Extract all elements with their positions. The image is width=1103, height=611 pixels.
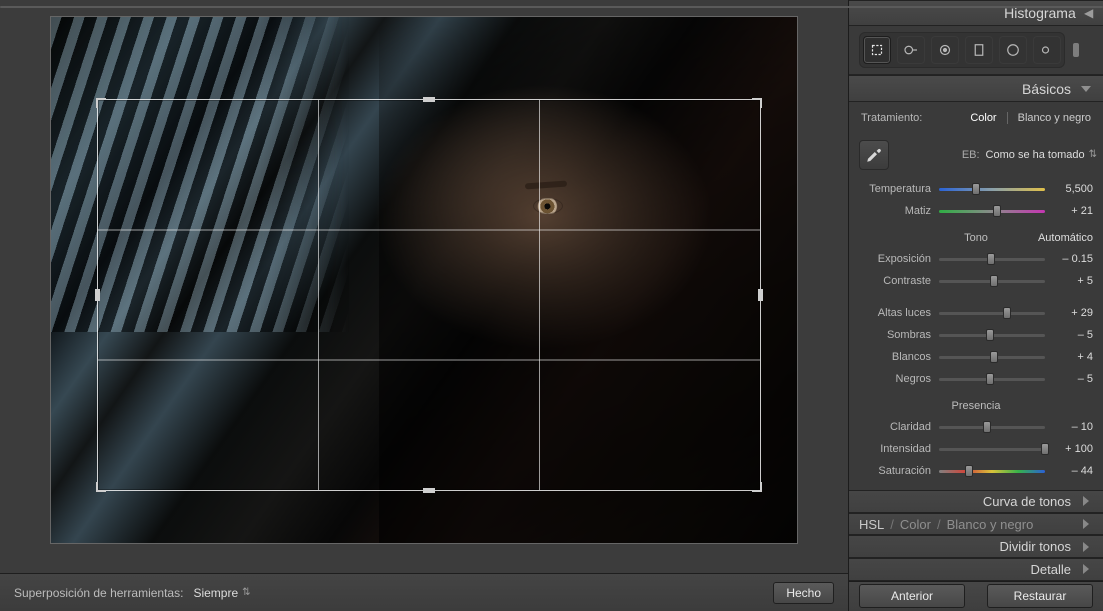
treatment-label: Tratamiento: [861, 112, 922, 124]
grad-filter-tool[interactable] [965, 36, 993, 64]
done-button[interactable]: Hecho [773, 582, 834, 604]
redeye-tool[interactable] [931, 36, 959, 64]
crop-handle-tr[interactable] [752, 98, 762, 108]
previous-button[interactable]: Anterior [859, 584, 965, 608]
label-blacks: Negros [859, 373, 931, 385]
slider-contrast[interactable]: Contraste + 5 [859, 272, 1093, 290]
label-contrast: Contraste [859, 275, 931, 287]
slider-clarity[interactable]: Claridad – 10 [859, 418, 1093, 436]
dev-toolstrip [849, 26, 1103, 75]
slider-whites[interactable]: Blancos + 4 [859, 348, 1093, 366]
collapse-icon [1079, 496, 1093, 506]
detail-title: Detalle [1031, 562, 1071, 577]
treatment-bw[interactable]: Blanco y negro [1018, 112, 1091, 124]
split-title: Dividir tonos [999, 539, 1071, 554]
crop-handle-bottom[interactable] [423, 488, 435, 493]
histogram-header[interactable]: Histograma ▶ [849, 0, 1103, 26]
collapse-icon: ▶ [1084, 6, 1093, 20]
white-balance-eyedropper[interactable] [859, 140, 889, 170]
value-saturation: – 44 [1053, 465, 1093, 477]
label-highlights: Altas luces [859, 307, 931, 319]
crop-handle-left[interactable] [95, 289, 100, 301]
wb-select[interactable]: Como se ha tomado [986, 149, 1093, 161]
side-bottom-bar: Anterior Restaurar [849, 581, 1103, 611]
value-temperature: 5,500 [1053, 183, 1093, 195]
value-highlights: + 29 [1053, 307, 1093, 319]
basics-panel: Tratamiento: Color Blanco y negro EB: Co… [849, 102, 1103, 490]
crop-tool[interactable] [863, 36, 891, 64]
crop-handle-top[interactable] [423, 97, 435, 102]
slider-exposure[interactable]: Exposición – 0.15 [859, 250, 1093, 268]
detail-header[interactable]: Detalle [849, 558, 1103, 581]
treatment-sep [1007, 112, 1008, 124]
label-whites: Blancos [859, 351, 931, 363]
toolstrip-slider[interactable] [1073, 43, 1093, 57]
value-exposure: – 0.15 [1053, 253, 1093, 265]
hsl-seg-hsl[interactable]: HSL [859, 517, 884, 532]
split-toning-header[interactable]: Dividir tonos [849, 535, 1103, 558]
value-clarity: – 10 [1053, 421, 1093, 433]
spot-tool[interactable] [897, 36, 925, 64]
auto-tone-button[interactable]: Automático [1038, 232, 1093, 244]
slider-temperature[interactable]: Temperatura 5,500 [859, 180, 1093, 198]
tone-heading: Tono [964, 232, 988, 244]
crop-handle-bl[interactable] [96, 482, 106, 492]
value-vibrance: + 100 [1053, 443, 1093, 455]
value-blacks: – 5 [1053, 373, 1093, 385]
crop-overlay[interactable] [97, 99, 761, 491]
reset-button[interactable]: Restaurar [987, 584, 1093, 608]
slider-blacks[interactable]: Negros – 5 [859, 370, 1093, 388]
expand-icon [1079, 86, 1093, 92]
collapse-icon [1079, 519, 1093, 529]
crop-handle-right[interactable] [758, 289, 763, 301]
label-tint: Matiz [859, 205, 931, 217]
crop-handle-tl[interactable] [96, 98, 106, 108]
label-vibrance: Intensidad [859, 443, 931, 455]
label-clarity: Claridad [859, 421, 931, 433]
label-shadows: Sombras [859, 329, 931, 341]
label-saturation: Saturación [859, 465, 931, 477]
slider-vibrance[interactable]: Intensidad + 100 [859, 440, 1093, 458]
hsl-seg-bw[interactable]: Blanco y negro [947, 517, 1034, 532]
collapse-icon [1079, 564, 1093, 574]
tone-curve-title: Curva de tonos [983, 494, 1071, 509]
label-exposure: Exposición [859, 253, 931, 265]
basics-header[interactable]: Básicos [849, 75, 1103, 101]
radial-filter-tool[interactable] [999, 36, 1027, 64]
crop-handle-br[interactable] [752, 482, 762, 492]
hsl-seg-color[interactable]: Color [900, 517, 931, 532]
slider-shadows[interactable]: Sombras – 5 [859, 326, 1093, 344]
slider-tint[interactable]: Matiz + 21 [859, 202, 1093, 220]
value-whites: + 4 [1053, 351, 1093, 363]
basics-title: Básicos [1022, 81, 1071, 97]
label-temperature: Temperatura [859, 183, 931, 195]
slider-highlights[interactable]: Altas luces + 29 [859, 304, 1093, 322]
collapse-icon [1079, 542, 1093, 552]
bottom-toolbar: Superposición de herramientas: Siempre H… [0, 573, 848, 611]
image-canvas[interactable] [50, 16, 798, 544]
treatment-color[interactable]: Color [970, 112, 996, 124]
tool-overlay-select[interactable]: Siempre [193, 586, 246, 600]
canvas-area [0, 0, 848, 573]
slider-saturation[interactable]: Saturación – 44 [859, 462, 1093, 480]
brush-tool[interactable] [1033, 36, 1061, 64]
value-shadows: – 5 [1053, 329, 1093, 341]
presence-heading: Presencia [952, 400, 1001, 412]
wb-label: EB: [962, 149, 980, 161]
tool-overlay-label: Superposición de herramientas: [14, 586, 183, 600]
hsl-header[interactable]: HSL / Color / Blanco y negro [849, 513, 1103, 536]
right-panel: Histograma ▶ [848, 0, 1103, 611]
tone-curve-header[interactable]: Curva de tonos [849, 490, 1103, 513]
value-tint: + 21 [1053, 205, 1093, 217]
value-contrast: + 5 [1053, 275, 1093, 287]
